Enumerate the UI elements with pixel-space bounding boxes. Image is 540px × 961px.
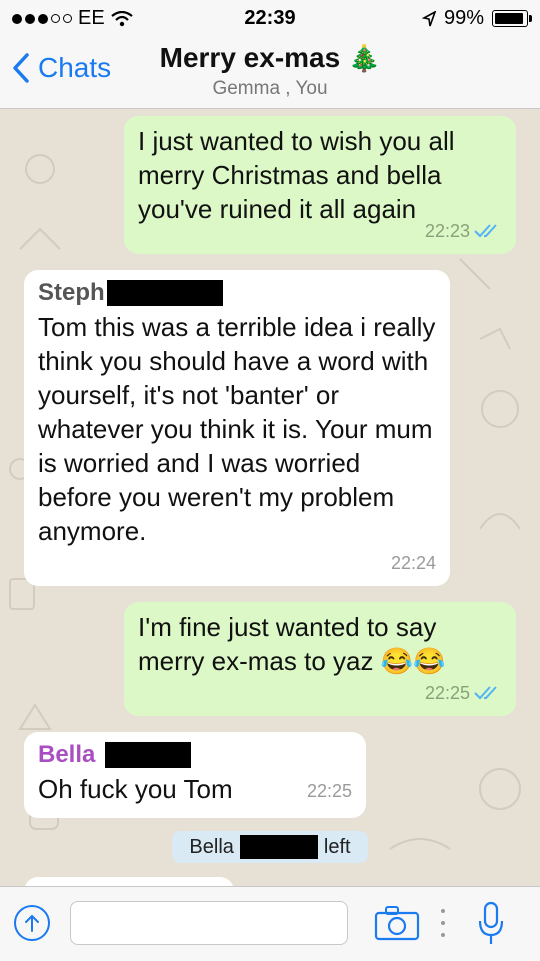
message-text: Tom this was a terrible idea i really th… <box>38 312 436 546</box>
group-participants[interactable]: Gemma , You <box>0 78 540 100</box>
message-meta: 22:24 <box>391 546 436 580</box>
chat-header: Chats Merry ex-mas 🎄 Gemma , You <box>0 36 540 109</box>
message-meta: 22:25 <box>425 676 502 710</box>
redaction-bar <box>239 835 318 859</box>
message-incoming[interactable]: Steph Tom this was a terrible idea i rea… <box>24 270 450 586</box>
system-action: left <box>323 835 351 858</box>
double-check-icon <box>474 224 497 238</box>
message-outgoing[interactable]: I'm fine just wanted to say merry ex-mas… <box>124 602 516 716</box>
message-outgoing[interactable]: I just wanted to wish you all merry Chri… <box>124 116 516 254</box>
message-input[interactable] <box>70 901 348 945</box>
system-user-name: Bella <box>189 835 234 858</box>
separator-dots <box>441 909 447 937</box>
redaction-bar <box>105 742 192 768</box>
message-text: I'm fine just wanted to say merry ex-mas… <box>138 612 446 676</box>
christmas-tree-icon: 🎄 <box>347 43 381 73</box>
message-meta: 22:25 <box>307 774 352 808</box>
message-list[interactable]: I just wanted to wish you all merry Chri… <box>0 109 540 886</box>
message-time: 22:23 <box>424 221 470 241</box>
microphone-icon[interactable] <box>478 901 504 947</box>
message-incoming-partial[interactable] <box>24 877 234 886</box>
camera-icon[interactable] <box>374 905 420 941</box>
sender-name: Steph <box>38 279 105 306</box>
message-sender[interactable]: Bella <box>38 740 352 770</box>
battery-percent: 99% <box>443 7 484 29</box>
message-time: 22:25 <box>306 781 352 801</box>
double-check-icon <box>474 686 497 700</box>
message-time: 22:24 <box>390 553 436 573</box>
upload-arrow-icon <box>25 914 39 932</box>
composer-bar <box>0 886 540 961</box>
group-title[interactable]: Merry ex-mas 🎄 <box>0 42 540 74</box>
message-incoming[interactable]: Bella Oh fuck you Tom 22:25 <box>24 732 366 818</box>
message-sender[interactable]: Steph <box>38 278 436 308</box>
redaction-bar <box>106 280 223 306</box>
group-name: Merry ex-mas <box>159 42 341 73</box>
sender-name: Bella <box>38 741 96 768</box>
message-time: 22:25 <box>424 683 470 703</box>
system-message: Bella left <box>172 831 368 863</box>
message-text: I just wanted to wish you all merry Chri… <box>138 126 455 224</box>
status-bar: EE 22:39 99% <box>0 0 540 36</box>
location-arrow-icon <box>421 10 436 26</box>
battery-icon <box>492 10 532 27</box>
attach-button[interactable] <box>14 905 50 941</box>
message-meta: 22:23 <box>425 214 502 248</box>
message-text: Oh fuck you Tom <box>38 774 233 804</box>
status-right: 99% <box>421 7 532 30</box>
